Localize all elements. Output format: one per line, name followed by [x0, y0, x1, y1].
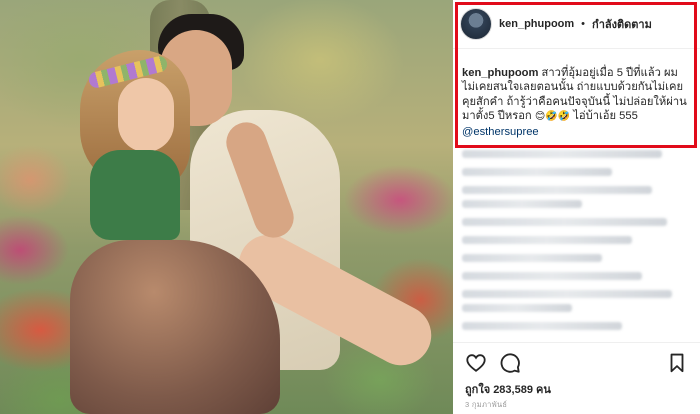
post-sidebar: ken_phupoom • กำลังติดตาม ken_phupoom สา…: [453, 0, 700, 414]
caption-tail: ไอ่บ้าเอ้ย 555: [570, 110, 638, 123]
woman-face: [118, 78, 174, 152]
likes-count[interactable]: ถูกใจ 283,589 คน: [465, 380, 551, 398]
mention-link[interactable]: @esthersupree: [462, 126, 539, 138]
avatar[interactable]: [460, 8, 492, 40]
post-header: ken_phupoom • กำลังติดตาม: [460, 6, 652, 42]
blurred-comment: [462, 272, 642, 280]
action-bar: [465, 352, 521, 374]
blurred-comment: [462, 200, 582, 208]
following-button[interactable]: กำลังติดตาม: [592, 15, 652, 33]
actions-divider: [453, 342, 700, 343]
blurred-comment: [462, 168, 612, 176]
blurred-comment: [462, 218, 667, 226]
blurred-comment: [462, 322, 622, 330]
heart-icon[interactable]: [465, 352, 487, 374]
blurred-comment: [462, 236, 632, 244]
comment-icon[interactable]: [499, 352, 521, 374]
header-divider: [453, 48, 700, 49]
blurred-comment: [462, 290, 672, 298]
blurred-comment: [462, 254, 602, 262]
header-username[interactable]: ken_phupoom: [499, 18, 574, 30]
blurred-comment: [462, 150, 662, 158]
blurred-comment: [462, 304, 572, 312]
post-date: 3 กุมภาพันธ์: [465, 400, 508, 409]
post-photo[interactable]: [0, 0, 453, 414]
post-caption: ken_phupoom สาวที่อุ้มอยู่เมื่อ 5 ปีที่แ…: [462, 66, 690, 139]
separator-dot: •: [581, 18, 586, 30]
bookmark-icon[interactable]: [666, 352, 688, 374]
green-top: [90, 150, 180, 240]
blurred-comment: [462, 186, 652, 194]
caption-username[interactable]: ken_phupoom: [462, 67, 538, 79]
caption-emoji: 😊🤣🤣: [534, 111, 571, 123]
